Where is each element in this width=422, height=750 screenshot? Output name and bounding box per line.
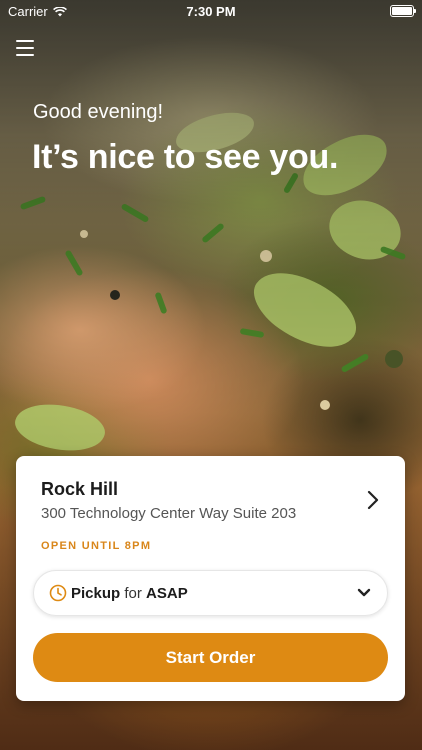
hamburger-menu-icon[interactable] xyxy=(16,40,34,56)
start-order-button[interactable]: Start Order xyxy=(33,633,388,682)
battery-icon xyxy=(390,5,416,17)
store-card: Rock Hill 300 Technology Center Way Suit… xyxy=(16,456,405,701)
greeting-text: Good evening! xyxy=(33,101,164,123)
status-time: 7:30 PM xyxy=(186,4,236,19)
order-mode-label: Pickup for ASAP xyxy=(71,585,188,602)
order-mode-select[interactable]: Pickup for ASAP xyxy=(33,570,388,616)
status-bar: Carrier 7:30 PM xyxy=(0,0,422,22)
chevron-right-icon[interactable] xyxy=(363,489,383,511)
order-mode-type: Pickup xyxy=(71,584,121,602)
store-address: 300 Technology Center Way Suite 203 xyxy=(41,505,297,522)
clock-icon xyxy=(49,584,67,602)
page-headline: It’s nice to see you. xyxy=(32,138,339,176)
store-name[interactable]: Rock Hill xyxy=(41,479,118,500)
order-mode-time: ASAP xyxy=(146,584,188,602)
chevron-down-icon xyxy=(357,588,371,597)
order-mode-connector: for xyxy=(124,584,142,602)
store-hours-badge: OPEN UNTIL 8PM xyxy=(41,540,152,552)
